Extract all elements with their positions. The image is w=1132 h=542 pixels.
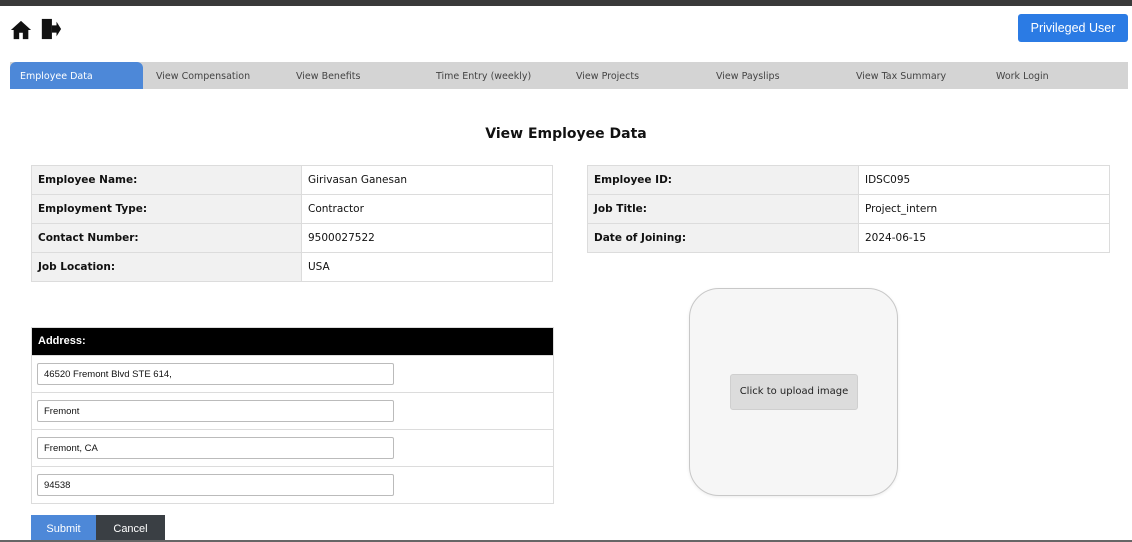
address-header: Address: (32, 328, 553, 355)
tab-time-entry[interactable]: Time Entry (weekly) (423, 62, 563, 89)
address-city-input[interactable] (37, 400, 394, 422)
address-panel: Address: (31, 327, 554, 504)
table-row: Employment Type: Contractor (31, 194, 553, 224)
info-value: IDSC095 (858, 165, 1110, 195)
address-row (32, 392, 553, 429)
info-value: 2024-06-15 (858, 223, 1110, 253)
info-label: Date of Joining: (587, 223, 859, 253)
info-label: Employee ID: (587, 165, 859, 195)
table-row: Employee Name: Girivasan Ganesan (31, 165, 553, 195)
address-row (32, 355, 553, 392)
info-value: USA (301, 252, 553, 282)
info-label: Employee Name: (31, 165, 302, 195)
table-row: Contact Number: 9500027522 (31, 223, 553, 253)
address-row (32, 429, 553, 466)
table-row: Employee ID: IDSC095 (587, 165, 1110, 195)
submit-button[interactable]: Submit (31, 515, 96, 542)
home-icon[interactable] (10, 19, 32, 41)
table-row: Job Location: USA (31, 252, 553, 282)
info-value: Girivasan Ganesan (301, 165, 553, 195)
address-zip-input[interactable] (37, 474, 394, 496)
table-row: Date of Joining: 2024-06-15 (587, 223, 1110, 253)
info-value: Contractor (301, 194, 553, 224)
page-title: View Employee Data (485, 126, 647, 142)
address-row (32, 466, 553, 503)
tab-view-tax-summary[interactable]: View Tax Summary (843, 62, 983, 89)
cancel-button[interactable]: Cancel (96, 515, 165, 542)
employee-info-table-left: Employee Name: Girivasan Ganesan Employm… (31, 165, 553, 282)
info-value: 9500027522 (301, 223, 553, 253)
upload-image-button[interactable]: Click to upload image (730, 374, 858, 410)
exit-door-icon[interactable] (40, 17, 62, 41)
tab-employee-data[interactable]: Employee Data (10, 62, 143, 89)
tab-view-benefits[interactable]: View Benefits (283, 62, 423, 89)
info-value: Project_intern (858, 194, 1110, 224)
tab-view-projects[interactable]: View Projects (563, 62, 703, 89)
info-label: Contact Number: (31, 223, 302, 253)
privileged-user-button[interactable]: Privileged User (1018, 14, 1128, 42)
info-label: Employment Type: (31, 194, 302, 224)
tab-view-payslips[interactable]: View Payslips (703, 62, 843, 89)
address-line1-input[interactable] (37, 363, 394, 385)
tab-bar: Employee Data View Compensation View Ben… (10, 62, 1128, 89)
info-label: Job Title: (587, 194, 859, 224)
employee-info-table-right: Employee ID: IDSC095 Job Title: Project_… (587, 165, 1110, 253)
top-border (0, 0, 1132, 6)
info-label: Job Location: (31, 252, 302, 282)
image-upload-area[interactable]: Click to upload image (689, 288, 898, 496)
tab-work-login[interactable]: Work Login (983, 62, 1128, 89)
table-row: Job Title: Project_intern (587, 194, 1110, 224)
address-state-input[interactable] (37, 437, 394, 459)
tab-view-compensation[interactable]: View Compensation (143, 62, 283, 89)
